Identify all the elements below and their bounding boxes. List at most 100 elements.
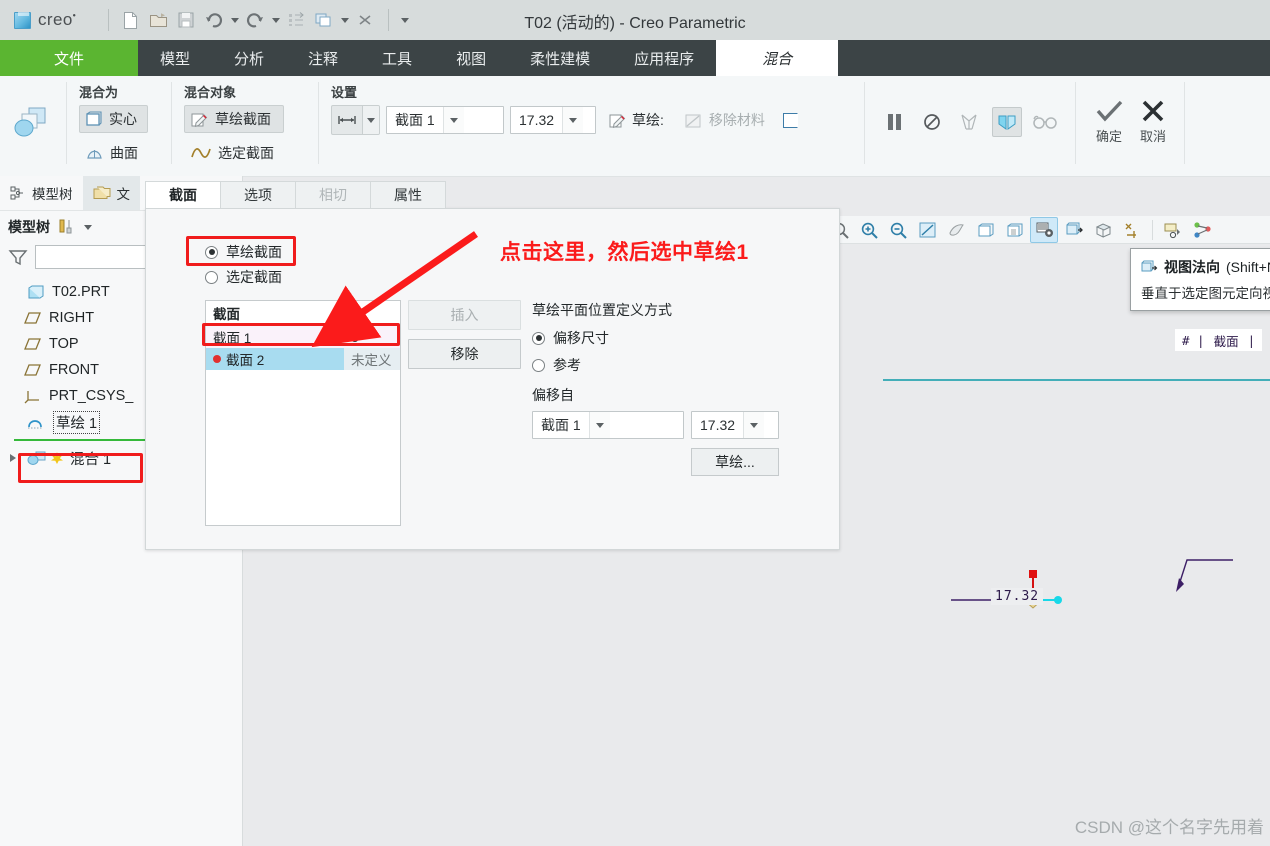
sections-list[interactable]: 截面 # 截面 1 8 截面 2 未定义 [205, 300, 401, 526]
confirm-label: 确定 [1095, 129, 1122, 144]
quick-access-toolbar [117, 7, 410, 33]
radio-selected-section-icon[interactable] [205, 270, 218, 284]
dashboard-confirm-group: 确定 取消 [1076, 76, 1184, 168]
tab-analysis[interactable]: 分析 [212, 40, 286, 76]
offset-value-dropdown-icon[interactable] [743, 412, 765, 438]
view-normal-icon[interactable] [1061, 218, 1087, 242]
sketch-pencil-icon[interactable] [608, 112, 626, 129]
navigator-tab-folder-browser[interactable]: 文 [82, 176, 140, 210]
undo-dropdown-icon[interactable] [229, 8, 240, 32]
settings-depth-combo[interactable]: 17.32 [510, 106, 596, 134]
refit-icon[interactable] [914, 218, 940, 242]
group-settings-label: 设置 [331, 85, 358, 100]
saved-views-icon[interactable] [1030, 216, 1058, 243]
tree-expander-blend-1[interactable] [6, 453, 20, 463]
save-file-icon[interactable] [173, 7, 199, 33]
settings-section-dropdown-icon[interactable] [442, 107, 464, 133]
tab-annotate[interactable]: 注释 [286, 40, 360, 76]
plane-mode-offset-option[interactable]: 偏移尺寸 [532, 328, 792, 348]
filter-icon[interactable] [8, 248, 28, 266]
open-file-icon[interactable] [145, 7, 171, 33]
dashboard-tab-options[interactable]: 选项 [220, 181, 296, 208]
offset-from-dropdown-icon[interactable] [588, 412, 610, 438]
sections-list-row-2[interactable]: 截面 2 未定义 [206, 348, 400, 370]
blend-object-sketch-label: 草绘截面 [215, 111, 271, 127]
qat-customize-icon[interactable] [399, 8, 410, 32]
tab-model[interactable]: 模型 [138, 40, 212, 76]
settings-depth-dropdown-icon[interactable] [562, 107, 584, 133]
tab-applications[interactable]: 应用程序 [612, 40, 716, 76]
dashboard-tab-sections[interactable]: 截面 [145, 181, 221, 208]
tree-node-csys-label: PRT_CSYS_ [49, 388, 134, 404]
blend-as-solid-option[interactable]: 实心 [79, 105, 148, 133]
depth-mode-dropdown-icon[interactable] [362, 106, 379, 134]
zoom-in-icon[interactable] [856, 218, 882, 242]
section-mode-selected-option[interactable]: 选定截面 [205, 267, 282, 287]
no-preview-icon[interactable] [918, 108, 946, 136]
close-icon[interactable] [352, 7, 378, 33]
tab-blend-context[interactable]: 混合 [716, 40, 839, 76]
new-file-icon[interactable] [117, 7, 143, 33]
plane-mode-reference-option[interactable]: 参考 [532, 355, 792, 375]
blind-depth-icon[interactable] [332, 106, 362, 134]
settings-section-combo[interactable]: 截面 1 [386, 106, 504, 134]
selected-section-icon [191, 148, 211, 158]
redo-dropdown-icon[interactable] [270, 8, 281, 32]
tab-flexible-modeling[interactable]: 柔性建模 [508, 40, 612, 76]
shaded-preview-icon[interactable] [992, 107, 1022, 137]
offset-from-combo[interactable]: 截面 1 [532, 411, 684, 439]
blend-as-surface-option[interactable]: 曲面 [79, 138, 148, 168]
offset-value-combo[interactable]: 17.32 [691, 411, 779, 439]
blend-as-solid-label: 实心 [109, 111, 137, 127]
regenerate-icon[interactable] [283, 7, 309, 33]
window-dropdown-icon[interactable] [339, 8, 350, 32]
zoom-out-icon[interactable] [885, 218, 911, 242]
settings-tools-icon[interactable] [58, 218, 76, 236]
blend-object-sketch-section-option[interactable]: 草绘截面 [184, 105, 284, 133]
tab-view[interactable]: 视图 [434, 40, 508, 76]
remove-section-button[interactable]: 移除 [408, 339, 521, 369]
group-blend-as: 混合为 实心 曲面 [67, 76, 171, 176]
tooltip-title-row: 视图法向 (Shift+N [1141, 257, 1270, 277]
sketch-plane-group-title: 草绘平面位置定义方式 [532, 302, 672, 318]
radio-reference-icon[interactable] [532, 358, 545, 372]
appearance-icon[interactable] [1189, 218, 1215, 242]
section-mode-sketch-option[interactable]: 草绘截面 [205, 242, 282, 262]
wireframe-preview-icon[interactable] [955, 108, 983, 136]
annotation-display-icon[interactable] [1160, 218, 1186, 242]
dimension-value-label[interactable]: 17.32 [991, 588, 1044, 605]
depth-mode-split-button[interactable] [331, 105, 380, 135]
perspective-icon[interactable] [1090, 218, 1116, 242]
tab-tools[interactable]: 工具 [360, 40, 434, 76]
display-style-icon[interactable] [943, 218, 969, 242]
dashboard-tab-tangency[interactable]: 相切 [295, 181, 371, 208]
cancel-label: 取消 [1140, 129, 1167, 144]
sections-list-row-1[interactable]: 截面 1 8 [206, 326, 400, 348]
part-icon [28, 285, 44, 299]
confirm-button[interactable]: 确定 [1094, 76, 1124, 145]
sketch-button[interactable]: 草绘... [691, 448, 779, 476]
model-tree-menu-icon[interactable] [84, 224, 92, 230]
blend-object-selected-section-option[interactable]: 选定截面 [184, 138, 284, 168]
plane-mode-reference-label: 参考 [553, 357, 581, 373]
section-mode-sketch-label: 草绘截面 [226, 244, 282, 260]
cancel-button[interactable]: 取消 [1140, 76, 1166, 145]
window-icon[interactable] [311, 7, 337, 33]
thicken-sketch-checkbox[interactable] [782, 112, 798, 128]
insert-section-button[interactable]: 插入 [408, 300, 521, 330]
datum-display-icon[interactable] [1119, 218, 1145, 242]
glasses-preview-icon[interactable] [1031, 108, 1059, 136]
settings-sketch-label: 草绘: [632, 112, 664, 128]
radio-offset-dimension-icon[interactable] [532, 331, 545, 345]
dashboard-tab-properties[interactable]: 属性 [370, 181, 446, 208]
redo-icon[interactable] [242, 7, 268, 33]
navigator-tab-model-tree[interactable]: 模型树 [0, 176, 83, 210]
qat-divider-2 [388, 9, 389, 31]
shaded-icon[interactable] [972, 218, 998, 242]
radio-sketch-section-icon[interactable] [205, 245, 218, 259]
undo-icon[interactable] [201, 7, 227, 33]
creo-logo: creo• [0, 10, 100, 30]
pause-icon[interactable] [881, 108, 909, 136]
tab-file[interactable]: 文件 [0, 40, 138, 76]
shaded-edges-icon[interactable] [1001, 218, 1027, 242]
